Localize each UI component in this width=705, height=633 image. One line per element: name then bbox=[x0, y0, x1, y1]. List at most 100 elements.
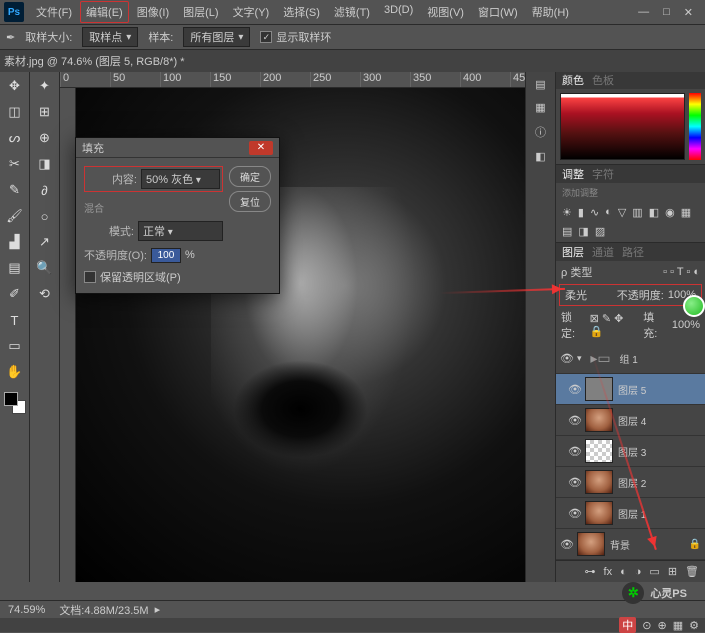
visibility-icon[interactable]: 👁 bbox=[568, 507, 580, 520]
hand-tool[interactable]: ✋ bbox=[4, 362, 26, 382]
layer-bg[interactable]: 👁背景🔒 bbox=[556, 529, 705, 560]
adj-bw-icon[interactable]: ◧ bbox=[649, 206, 659, 219]
layer-5[interactable]: 👁图层 5 bbox=[556, 374, 705, 405]
blend-mode-row[interactable]: 柔光不透明度:100% bbox=[559, 284, 702, 306]
move-tool[interactable]: ✥ bbox=[4, 76, 26, 96]
path-tool[interactable]: ↗ bbox=[34, 232, 56, 252]
visibility-icon[interactable]: 👁 bbox=[560, 538, 572, 551]
frame-tool[interactable]: ⊞ bbox=[34, 102, 56, 122]
tray-icon[interactable]: ⊕ bbox=[658, 619, 667, 632]
zoom-tool[interactable]: 🔍 bbox=[34, 258, 56, 278]
eyedropper-icon[interactable]: ✒ bbox=[6, 31, 15, 44]
adj-curves-icon[interactable]: ∿ bbox=[590, 206, 599, 219]
tray-icon[interactable]: ⊙ bbox=[642, 619, 651, 632]
content-select[interactable]: 50% 灰色 ▾ bbox=[141, 169, 220, 189]
tab-char[interactable]: 字符 bbox=[592, 166, 614, 182]
color-picker[interactable] bbox=[556, 89, 705, 164]
menu-image[interactable]: 图像(I) bbox=[131, 1, 175, 23]
visibility-icon[interactable]: 👁 bbox=[560, 352, 572, 365]
ime-indicator[interactable]: 中 bbox=[619, 617, 636, 633]
adj-exposure-icon[interactable]: ◐ bbox=[605, 206, 612, 219]
wand-tool[interactable]: ✦ bbox=[34, 76, 56, 96]
rotate-tool[interactable]: ⟲ bbox=[34, 284, 56, 304]
opacity-input[interactable]: 100 bbox=[151, 248, 181, 263]
new-layer-icon[interactable]: ⊞ bbox=[668, 565, 677, 578]
brush-tool[interactable]: 🖌 bbox=[4, 206, 26, 226]
fx-icon[interactable]: fx bbox=[604, 566, 613, 578]
visibility-icon[interactable]: 👁 bbox=[568, 414, 580, 427]
actions-icon[interactable]: ▦ bbox=[535, 101, 545, 114]
layer-3[interactable]: 👁图层 3 bbox=[556, 436, 705, 467]
tab-adjust[interactable]: 调整 bbox=[562, 166, 584, 182]
menu-select[interactable]: 选择(S) bbox=[277, 1, 326, 23]
reset-button[interactable]: 复位 bbox=[229, 191, 271, 212]
show-ring-check[interactable]: ✓显示取样环 bbox=[260, 29, 331, 45]
menu-window[interactable]: 窗口(W) bbox=[472, 1, 524, 23]
window-min-icon[interactable]: — bbox=[638, 6, 649, 19]
tab-layers[interactable]: 图层 bbox=[562, 244, 584, 260]
window-close-icon[interactable]: ✕ bbox=[684, 6, 693, 19]
menu-type[interactable]: 文字(Y) bbox=[227, 1, 276, 23]
pen-tool[interactable]: ✐ bbox=[4, 284, 26, 304]
visibility-icon[interactable]: 👁 bbox=[568, 476, 580, 489]
menu-help[interactable]: 帮助(H) bbox=[526, 1, 575, 23]
adj-invert-icon[interactable]: ◨ bbox=[578, 225, 588, 238]
crop-tool[interactable]: ✂ bbox=[4, 154, 26, 174]
menu-filter[interactable]: 滤镜(T) bbox=[328, 1, 376, 23]
layer-1[interactable]: 👁图层 1 bbox=[556, 498, 705, 529]
lasso-tool[interactable]: ᔕ bbox=[4, 128, 26, 148]
sample-size-select[interactable]: 取样点 ▾ bbox=[82, 27, 138, 47]
dialog-close-icon[interactable]: ✕ bbox=[249, 141, 273, 155]
group-icon[interactable]: ▭ bbox=[649, 565, 659, 578]
layer-2[interactable]: 👁图层 2 bbox=[556, 467, 705, 498]
layer-4[interactable]: 👁图层 4 bbox=[556, 405, 705, 436]
ok-button[interactable]: 确定 bbox=[229, 166, 271, 187]
tab-color[interactable]: 颜色 bbox=[562, 72, 584, 88]
heal-tool[interactable]: ⊕ bbox=[34, 128, 56, 148]
color-swatch[interactable] bbox=[4, 392, 26, 414]
tray-icon[interactable]: ▦ bbox=[673, 619, 683, 632]
history-icon[interactable]: ▤ bbox=[535, 78, 545, 91]
gradient-tool[interactable]: ▤ bbox=[4, 258, 26, 278]
tray-icon[interactable]: ⚙ bbox=[689, 619, 699, 632]
tab-channels[interactable]: 通道 bbox=[592, 244, 614, 260]
adj-brightness-icon[interactable]: ☀ bbox=[562, 206, 572, 219]
type-tool[interactable]: T bbox=[4, 310, 26, 330]
adj-mixer-icon[interactable]: ▦ bbox=[681, 206, 691, 219]
preserve-check[interactable]: 保留透明区域(P) bbox=[84, 269, 181, 285]
mask-icon[interactable]: ◐ bbox=[620, 566, 627, 578]
adj-levels-icon[interactable]: ▮ bbox=[578, 206, 584, 219]
adj-lookup-icon[interactable]: ▤ bbox=[562, 225, 572, 238]
stamp-tool[interactable]: ▟ bbox=[4, 232, 26, 252]
info-icon[interactable]: ⓘ bbox=[535, 124, 546, 140]
marquee-tool[interactable]: ◫ bbox=[4, 102, 26, 122]
eraser-tool[interactable]: ◨ bbox=[34, 154, 56, 174]
zoom-level[interactable]: 74.59% bbox=[8, 604, 45, 616]
menu-layer[interactable]: 图层(L) bbox=[177, 1, 224, 23]
props-icon[interactable]: ◧ bbox=[535, 150, 545, 163]
window-max-icon[interactable]: □ bbox=[663, 6, 670, 19]
layer-filter[interactable]: ρ 类型 bbox=[561, 264, 592, 280]
adj-vibrance-icon[interactable]: ▽ bbox=[618, 206, 626, 219]
visibility-icon[interactable]: 👁 bbox=[568, 383, 580, 396]
adj-post-icon[interactable]: ▨ bbox=[595, 225, 605, 238]
adj-photo-icon[interactable]: ◉ bbox=[665, 206, 675, 219]
shape-tool[interactable]: ▭ bbox=[4, 336, 26, 356]
link-icon[interactable]: ⊶ bbox=[585, 565, 596, 578]
visibility-icon[interactable]: 👁 bbox=[568, 445, 580, 458]
menu-edit[interactable]: 编辑(E) bbox=[80, 1, 129, 23]
sample-mode-select[interactable]: 所有图层 ▾ bbox=[183, 27, 250, 47]
trash-icon[interactable]: 🗑 bbox=[685, 565, 699, 578]
adj-hue-icon[interactable]: ▥ bbox=[632, 206, 642, 219]
eyedropper-tool[interactable]: ✎ bbox=[4, 180, 26, 200]
adj-layer-icon[interactable]: ◑ bbox=[635, 566, 642, 578]
tab-paths[interactable]: 路径 bbox=[622, 244, 644, 260]
menu-file[interactable]: 文件(F) bbox=[30, 1, 78, 23]
layer-group[interactable]: 👁▾▸▭组 1 bbox=[556, 343, 705, 374]
mode-select[interactable]: 正常 ▾ bbox=[138, 221, 223, 241]
document-tab[interactable]: 素材.jpg @ 74.6% (图层 5, RGB/8*) * bbox=[0, 50, 705, 72]
tab-swatch[interactable]: 色板 bbox=[592, 72, 614, 88]
blur-tool[interactable]: ∂ bbox=[34, 180, 56, 200]
dodge-tool[interactable]: ○ bbox=[34, 206, 56, 226]
menu-3d[interactable]: 3D(D) bbox=[378, 1, 419, 23]
